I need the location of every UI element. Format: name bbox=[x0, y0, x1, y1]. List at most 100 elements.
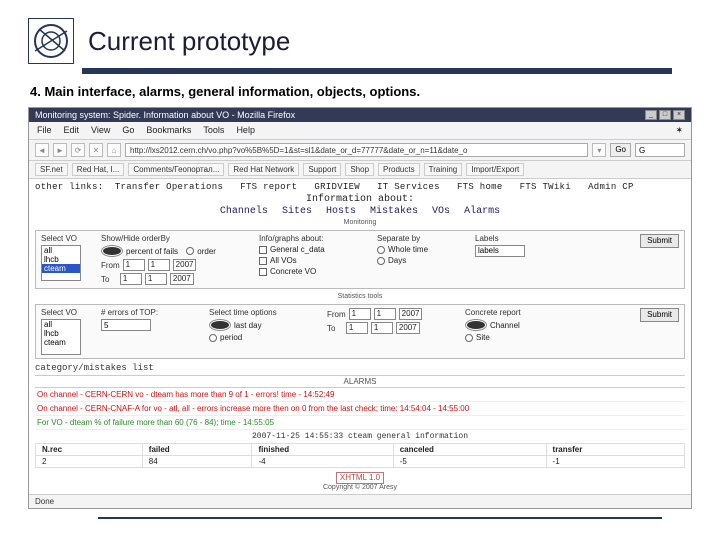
menu-file[interactable]: File bbox=[37, 125, 52, 136]
bookmark-item[interactable]: Products bbox=[378, 163, 420, 176]
menu-view[interactable]: View bbox=[91, 125, 110, 136]
radio-icon bbox=[377, 257, 385, 265]
to-row: To 1 1 2007 bbox=[101, 273, 251, 285]
from-year-2[interactable]: 2007 bbox=[399, 308, 423, 320]
bookmark-item[interactable]: SF.net bbox=[35, 163, 68, 176]
vo-option-lhcb[interactable]: lhcb bbox=[42, 255, 80, 264]
radio-icon bbox=[209, 319, 231, 331]
menu-help[interactable]: Help bbox=[236, 125, 255, 136]
rb-percent[interactable]: percent of fails order bbox=[101, 245, 251, 257]
from-day[interactable]: 1 bbox=[123, 259, 145, 271]
window-minimize-button[interactable]: _ bbox=[645, 110, 657, 120]
go-button[interactable]: Go bbox=[610, 143, 631, 157]
cb-general[interactable]: General c_data bbox=[259, 245, 369, 254]
xhtml-badge[interactable]: XHTML 1.0 bbox=[336, 472, 384, 484]
link-fts-twiki[interactable]: FTS TWiki bbox=[520, 182, 571, 192]
from-row: From 1 1 2007 bbox=[101, 259, 251, 271]
other-links-row: other links: Transfer Operations FTS rep… bbox=[35, 182, 685, 192]
to-day[interactable]: 1 bbox=[120, 273, 142, 285]
bookmark-item[interactable]: Support bbox=[303, 163, 341, 176]
errors-top-input[interactable] bbox=[101, 319, 151, 331]
rb-days[interactable]: Days bbox=[377, 256, 467, 265]
vo-listbox[interactable]: all lhcb cteam bbox=[41, 245, 81, 281]
window-titlebar[interactable]: Monitoring system: Spider. Information a… bbox=[29, 108, 691, 122]
throbber-icon: ✶ bbox=[675, 125, 683, 136]
submit-button-1[interactable]: Submit bbox=[640, 234, 679, 248]
link-admin-cp[interactable]: Admin CP bbox=[588, 182, 634, 192]
from-day-2[interactable]: 1 bbox=[349, 308, 371, 320]
rb-channel[interactable]: Channel bbox=[465, 319, 555, 331]
bookmark-item[interactable]: Red Hat, I... bbox=[72, 163, 125, 176]
reload-icon[interactable]: ⟳ bbox=[71, 143, 85, 157]
menu-tools[interactable]: Tools bbox=[203, 125, 224, 136]
nav-mistakes[interactable]: Mistakes bbox=[370, 206, 418, 217]
rb-site[interactable]: Site bbox=[465, 333, 555, 342]
bookmark-item[interactable]: Import/Export bbox=[466, 163, 524, 176]
from-year[interactable]: 2007 bbox=[173, 259, 197, 271]
menu-bookmarks[interactable]: Bookmarks bbox=[146, 125, 191, 136]
nav-sites[interactable]: Sites bbox=[282, 206, 312, 217]
other-links-label: other links: bbox=[35, 182, 103, 192]
back-icon[interactable]: ◄ bbox=[35, 143, 49, 157]
url-input[interactable]: http://lxs2012.cern.ch/vo.php?vo%5B%5D=1… bbox=[125, 143, 588, 157]
bookmark-item[interactable]: Shop bbox=[345, 163, 374, 176]
window-maximize-button[interactable]: □ bbox=[659, 110, 671, 120]
url-dropdown-icon[interactable]: ▾ bbox=[592, 143, 606, 157]
vo-option-cteam[interactable]: cteam bbox=[42, 264, 80, 273]
vo-option-cteam[interactable]: cteam bbox=[42, 338, 80, 347]
filter-panel-2: Select VO all lhcb cteam # errors of TOP… bbox=[35, 304, 685, 359]
rb-whole[interactable]: Whole time bbox=[377, 245, 467, 254]
browser-window: Monitoring system: Spider. Information a… bbox=[28, 107, 692, 509]
nav-channels[interactable]: Channels bbox=[220, 206, 268, 217]
link-it-services[interactable]: IT Services bbox=[377, 182, 440, 192]
slide-title: Current prototype bbox=[88, 26, 290, 57]
submit-button-2[interactable]: Submit bbox=[640, 308, 679, 322]
vo-option-all[interactable]: all bbox=[42, 246, 80, 255]
stats-table: N.rec failed finished canceled transfer … bbox=[35, 443, 685, 468]
to-month[interactable]: 1 bbox=[145, 273, 167, 285]
title-underline bbox=[82, 68, 672, 74]
link-fts-home[interactable]: FTS home bbox=[457, 182, 503, 192]
to-year[interactable]: 2007 bbox=[170, 273, 194, 285]
cern-logo bbox=[28, 18, 74, 64]
bookmark-item[interactable]: Comments/Геопортал... bbox=[128, 163, 224, 176]
monitoring-label: Monitoring bbox=[35, 219, 685, 226]
nav-alarms[interactable]: Alarms bbox=[464, 206, 500, 217]
window-close-button[interactable]: × bbox=[673, 110, 685, 120]
vo-option-all[interactable]: all bbox=[42, 320, 80, 329]
checkbox-icon bbox=[259, 257, 267, 265]
from-month-2[interactable]: 1 bbox=[374, 308, 396, 320]
bookmark-item[interactable]: Red Hat Network bbox=[228, 163, 299, 176]
stop-icon[interactable]: ✕ bbox=[89, 143, 103, 157]
link-fts-report[interactable]: FTS report bbox=[240, 182, 297, 192]
status-text: Done bbox=[35, 497, 54, 506]
cb-allvos[interactable]: All VOs bbox=[259, 256, 369, 265]
vo-listbox-2[interactable]: all lhcb cteam bbox=[41, 319, 81, 355]
search-input[interactable]: G bbox=[635, 143, 685, 157]
radio-icon bbox=[186, 247, 194, 255]
menu-edit[interactable]: Edit bbox=[64, 125, 80, 136]
th-transfer: transfer bbox=[546, 444, 684, 456]
link-transfer-ops[interactable]: Transfer Operations bbox=[115, 182, 223, 192]
forward-icon[interactable]: ► bbox=[53, 143, 67, 157]
vo-option-lhcb[interactable]: lhcb bbox=[42, 329, 80, 338]
nav-vos[interactable]: VOs bbox=[432, 206, 450, 217]
from-month[interactable]: 1 bbox=[148, 259, 170, 271]
menu-go[interactable]: Go bbox=[122, 125, 134, 136]
th-failed: failed bbox=[142, 444, 252, 456]
rb-lastday[interactable]: last day bbox=[209, 319, 319, 331]
info-graphs-label: Info/graphs about: bbox=[259, 234, 369, 243]
to-month-2[interactable]: 1 bbox=[371, 322, 393, 334]
home-icon[interactable]: ⌂ bbox=[107, 143, 121, 157]
select-vo-label: Select VO bbox=[41, 234, 93, 243]
rb-period[interactable]: period bbox=[209, 333, 319, 342]
nav-hosts[interactable]: Hosts bbox=[326, 206, 356, 217]
cb-concrete[interactable]: Concrete VO bbox=[259, 267, 369, 276]
to-day-2[interactable]: 1 bbox=[346, 322, 368, 334]
color-select[interactable]: labels bbox=[475, 245, 525, 257]
to-year-2[interactable]: 2007 bbox=[396, 322, 420, 334]
radio-icon bbox=[465, 334, 473, 342]
window-title: Monitoring system: Spider. Information a… bbox=[35, 110, 295, 120]
link-gridview[interactable]: GRIDVIEW bbox=[314, 182, 360, 192]
bookmark-item[interactable]: Training bbox=[424, 163, 463, 176]
